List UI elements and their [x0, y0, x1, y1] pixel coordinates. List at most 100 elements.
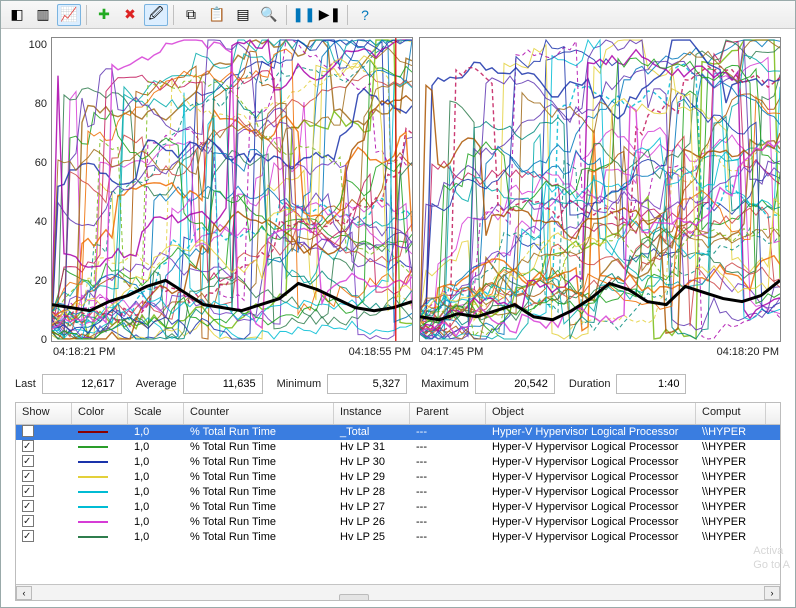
table-row[interactable]: 1,0% Total Run TimeHv LP 30---Hyper-V Hy…: [16, 455, 780, 470]
cell-object: Hyper-V Hypervisor Logical Processor: [486, 455, 696, 470]
cell-computer: \\HYPER: [696, 440, 766, 455]
show-checkbox[interactable]: [22, 425, 34, 437]
add-icon[interactable]: ✚: [92, 4, 116, 26]
cell-scale: 1,0: [128, 425, 184, 440]
cell-instance: Hv LP 30: [334, 455, 410, 470]
col-parent[interactable]: Parent: [410, 403, 486, 424]
cell-instance: Hv LP 29: [334, 470, 410, 485]
show-checkbox[interactable]: [22, 515, 34, 527]
table-row[interactable]: 1,0% Total Run TimeHv LP 31---Hyper-V Hy…: [16, 440, 780, 455]
stat-label: Average: [136, 378, 177, 390]
cell-object: Hyper-V Hypervisor Logical Processor: [486, 485, 696, 500]
cell-computer: \\HYPER: [696, 515, 766, 530]
color-swatch: [78, 506, 108, 508]
y-tick: 0: [41, 334, 47, 346]
table-row[interactable]: 1,0% Total Run TimeHv LP 26---Hyper-V Hy…: [16, 515, 780, 530]
scroll-thumb[interactable]: [339, 594, 369, 602]
y-axis: 100806040200: [15, 37, 51, 366]
highlight-icon[interactable]: 🖉: [144, 4, 168, 26]
cell-counter: % Total Run Time: [184, 470, 334, 485]
counter-grid: Show Color Scale Counter Instance Parent…: [15, 402, 781, 601]
cell-parent: ---: [410, 425, 486, 440]
table-row[interactable]: 1,0% Total Run Time_Total---Hyper-V Hype…: [16, 425, 780, 440]
freeze-icon[interactable]: ❚❚: [292, 4, 316, 26]
cell-computer: \\HYPER: [696, 485, 766, 500]
y-tick: 60: [35, 157, 47, 169]
col-instance[interactable]: Instance: [334, 403, 410, 424]
cell-scale: 1,0: [128, 470, 184, 485]
chart-panel-a[interactable]: [51, 37, 413, 342]
show-checkbox[interactable]: [22, 530, 34, 542]
stat-last: 12,617: [42, 374, 122, 394]
stat-duration: 1:40: [616, 374, 686, 394]
color-swatch: [78, 491, 108, 493]
col-show[interactable]: Show: [16, 403, 72, 424]
grid-header[interactable]: Show Color Scale Counter Instance Parent…: [16, 403, 780, 425]
zoom-icon[interactable]: 🔍: [257, 4, 281, 26]
color-swatch: [78, 521, 108, 523]
cell-scale: 1,0: [128, 455, 184, 470]
paste-icon[interactable]: 📋: [205, 4, 229, 26]
stat-label: Minimum: [277, 378, 322, 390]
copy-icon[interactable]: ⧉: [179, 4, 203, 26]
color-swatch: [78, 476, 108, 478]
stat-average: 11,635: [183, 374, 263, 394]
help-icon[interactable]: ?: [353, 4, 377, 26]
stat-label: Maximum: [421, 378, 469, 390]
cell-counter: % Total Run Time: [184, 455, 334, 470]
show-checkbox[interactable]: [22, 500, 34, 512]
chart-panel-b[interactable]: [419, 37, 781, 342]
separator: [286, 5, 287, 25]
col-scale[interactable]: Scale: [128, 403, 184, 424]
show-checkbox[interactable]: [22, 455, 34, 467]
col-computer[interactable]: Comput: [696, 403, 766, 424]
cell-parent: ---: [410, 485, 486, 500]
toolbar: ◧▥📈 ✚✖🖉 ⧉📋▤🔍 ❚❚▶❚?: [1, 1, 795, 29]
stat-label: Duration: [569, 378, 611, 390]
show-checkbox[interactable]: [22, 485, 34, 497]
cell-object: Hyper-V Hypervisor Logical Processor: [486, 500, 696, 515]
show-checkbox[interactable]: [22, 470, 34, 482]
delete-icon[interactable]: ✖: [118, 4, 142, 26]
cell-parent: ---: [410, 500, 486, 515]
x-axis: 04:18:21 PM04:18:55 PM 04:17:45 PM04:18:…: [51, 346, 781, 366]
col-color[interactable]: Color: [72, 403, 128, 424]
update-icon[interactable]: ▶❚: [318, 4, 342, 26]
stat-maximum: 20,542: [475, 374, 555, 394]
cell-scale: 1,0: [128, 485, 184, 500]
separator: [347, 5, 348, 25]
table-row[interactable]: 1,0% Total Run TimeHv LP 29---Hyper-V Hy…: [16, 470, 780, 485]
chart-area: 100806040200 04:18:21 PM04:18:55 PM 04:1…: [1, 29, 795, 370]
view-graph-icon[interactable]: 📈: [57, 4, 81, 26]
separator: [173, 5, 174, 25]
scroll-left-icon[interactable]: ‹: [16, 586, 32, 600]
view-report-icon[interactable]: ▥: [31, 4, 55, 26]
table-row[interactable]: 1,0% Total Run TimeHv LP 27---Hyper-V Hy…: [16, 500, 780, 515]
view-tree-icon[interactable]: ◧: [5, 4, 29, 26]
cell-counter: % Total Run Time: [184, 485, 334, 500]
col-counter[interactable]: Counter: [184, 403, 334, 424]
cell-counter: % Total Run Time: [184, 515, 334, 530]
cell-scale: 1,0: [128, 440, 184, 455]
show-checkbox[interactable]: [22, 440, 34, 452]
cell-object: Hyper-V Hypervisor Logical Processor: [486, 425, 696, 440]
col-object[interactable]: Object: [486, 403, 696, 424]
properties-icon[interactable]: ▤: [231, 4, 255, 26]
y-tick: 20: [35, 275, 47, 287]
cell-computer: \\HYPER: [696, 530, 766, 545]
horizontal-scrollbar[interactable]: ‹ ›: [16, 584, 780, 600]
cell-counter: % Total Run Time: [184, 500, 334, 515]
color-swatch: [78, 461, 108, 463]
table-row[interactable]: 1,0% Total Run TimeHv LP 28---Hyper-V Hy…: [16, 485, 780, 500]
table-row[interactable]: 1,0% Total Run TimeHv LP 25---Hyper-V Hy…: [16, 530, 780, 545]
xlabel: 04:18:55 PM: [349, 346, 411, 366]
cell-counter: % Total Run Time: [184, 425, 334, 440]
cell-counter: % Total Run Time: [184, 530, 334, 545]
scroll-right-icon[interactable]: ›: [764, 586, 780, 600]
stat-label: Last: [15, 378, 36, 390]
y-tick: 80: [35, 98, 47, 110]
cell-computer: \\HYPER: [696, 470, 766, 485]
cell-computer: \\HYPER: [696, 500, 766, 515]
cell-object: Hyper-V Hypervisor Logical Processor: [486, 440, 696, 455]
color-swatch: [78, 446, 108, 448]
